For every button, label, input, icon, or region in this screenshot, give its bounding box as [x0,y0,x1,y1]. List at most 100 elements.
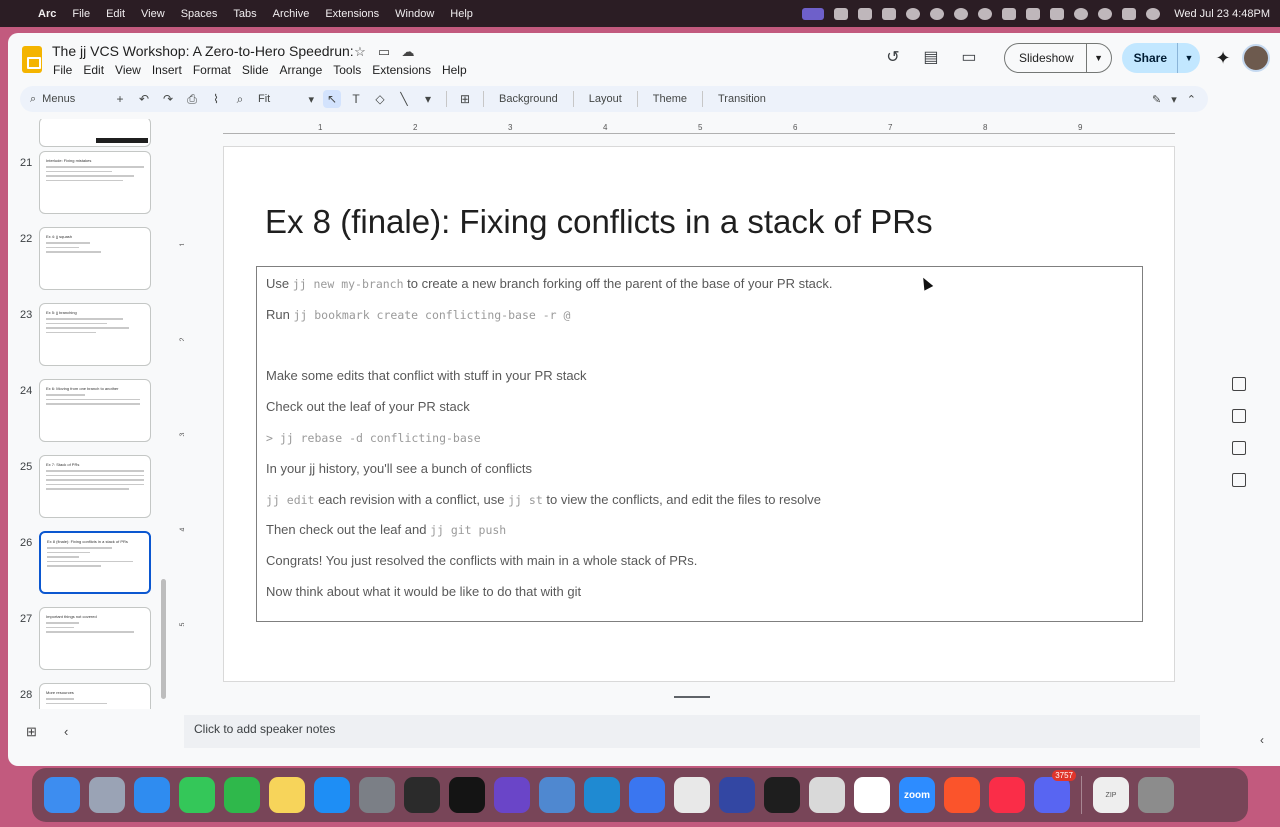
menubar-tabs[interactable]: Tabs [233,8,256,20]
slide-thumbnail-20[interactable] [39,119,151,147]
notes-resize-handle[interactable] [674,696,710,698]
share-dropdown-icon[interactable]: ▼ [1178,53,1200,63]
system-settings-icon[interactable] [359,777,395,813]
slide-thumbnail[interactable]: Ex 4: jj squash [39,227,151,290]
slide-thumbnail[interactable]: Ex 7: Stack of PRs [39,455,151,518]
finder-icon[interactable] [44,777,80,813]
spotlight-search-icon[interactable] [1098,7,1113,20]
menu-edit[interactable]: Edit [83,63,104,77]
speaker-notes[interactable]: Click to add speaker notes [184,715,1200,748]
battery-icon[interactable] [1050,7,1065,20]
zoom-icon[interactable]: ⌕ [231,90,249,108]
menu-insert[interactable]: Insert [152,63,182,77]
select-cursor-icon[interactable]: ↖ [323,90,341,108]
menubar-help[interactable]: Help [450,8,473,20]
screen-recording-icon[interactable] [802,7,825,20]
signal-icon[interactable] [629,777,665,813]
trash-icon[interactable] [1138,777,1174,813]
menubar-edit[interactable]: Edit [106,8,125,20]
zoom-status-icon[interactable] [858,7,873,20]
menubar-file[interactable]: File [72,8,90,20]
comments-icon[interactable]: ▤ [920,47,942,69]
meet-camera-icon[interactable]: ▭ [958,47,980,69]
star-icon[interactable]: ☆ [353,45,367,59]
launchpad-icon[interactable] [89,777,125,813]
pen-icon[interactable]: ✎ [1152,93,1161,106]
chrome-icon[interactable] [674,777,710,813]
slide-title[interactable]: Ex 8 (finale): Fixing conflicts in a sta… [265,203,933,241]
slide-body-textbox[interactable]: Use jj new my-branch to create a new bra… [256,266,1143,622]
control-center-icon[interactable] [1122,7,1137,20]
transition-button[interactable]: Transition [718,93,766,105]
discord-icon[interactable]: 3757 [1034,770,1076,813]
new-slide-icon[interactable]: + [111,90,129,108]
vscode-icon[interactable] [584,777,620,813]
folder-icon[interactable] [1232,473,1246,487]
layers-app-icon[interactable] [404,777,440,813]
gemini-sparkle-icon[interactable]: ✦ [1212,47,1234,69]
menu-view[interactable]: View [115,63,141,77]
share-button[interactable]: Share ▼ [1121,43,1200,73]
slide-thumbnail[interactable]: Ex 6: Moving from one branch to another [39,379,151,442]
facetime-icon[interactable] [224,777,260,813]
menu-file[interactable]: File [53,63,72,77]
menu-format[interactable]: Format [193,63,231,77]
slide-thumbnail-selected[interactable]: Ex 8 (finale): Fixing conflicts in a sta… [39,531,151,594]
slideshow-dropdown-icon[interactable]: ▼ [1087,53,1111,63]
orb-app-icon[interactable] [494,777,530,813]
slideshow-button[interactable]: Slideshow ▼ [1003,43,1112,73]
moon-icon[interactable] [978,7,993,20]
filmstrip-scrollbar[interactable] [161,579,166,699]
safari-icon[interactable] [134,777,170,813]
menubar-clock[interactable]: Wed Jul 23 4:48PM [1174,8,1270,20]
notes-icon[interactable] [269,777,305,813]
menu-arrange[interactable]: Arrange [280,63,323,77]
cloud-status-icon[interactable]: ☁ [401,45,415,59]
insert-comment-icon[interactable]: ⊞ [456,90,474,108]
messages-icon[interactable] [179,777,215,813]
menubar-archive[interactable]: Archive [273,8,310,20]
pen-dropdown-icon[interactable]: ▾ [1171,93,1177,106]
menu-slide[interactable]: Slide [242,63,269,77]
menu-help[interactable]: Help [442,63,467,77]
slideshow-label[interactable]: Slideshow [1005,44,1087,72]
proxy-app-icon[interactable] [539,777,575,813]
slide-thumbnail[interactable]: Ex 5: jj branching [39,303,151,366]
zoom-app-icon[interactable]: zoom [899,777,935,813]
affinity-icon[interactable] [719,777,755,813]
redo-icon[interactable]: ↷ [159,90,177,108]
keyboard-icon[interactable] [1026,7,1041,20]
slide-thumbnail[interactable]: Interlude: Fixing mistakes [39,151,151,214]
apple-logo-icon[interactable] [10,7,24,21]
music-icon[interactable] [989,777,1025,813]
tasks-icon[interactable] [1232,441,1246,455]
google-slides-logo-icon[interactable] [22,46,42,73]
status-app-icon[interactable] [834,7,849,20]
grid-view-icon[interactable]: ⊞ [26,725,40,739]
wifi-icon[interactable] [1074,7,1089,20]
search-menus[interactable]: ⌕ Menus [30,93,108,106]
collapse-filmstrip-icon[interactable]: ‹ [64,725,78,739]
window-manager-icon[interactable] [1002,7,1017,20]
print-icon[interactable]: ⎙ [183,90,201,108]
terminal-icon[interactable] [764,777,800,813]
menubar-extensions[interactable]: Extensions [325,8,379,20]
menu-extensions[interactable]: Extensions [372,63,431,77]
theme-button[interactable]: Theme [653,93,687,105]
cursor-app-icon[interactable] [449,777,485,813]
keep-notes-icon[interactable] [1232,409,1246,423]
record-icon[interactable] [954,7,969,20]
screen-share-icon[interactable] [882,7,897,20]
background-button[interactable]: Background [499,93,558,105]
app-store-icon[interactable] [314,777,350,813]
account-avatar[interactable] [1242,44,1270,72]
menu-tools[interactable]: Tools [333,63,361,77]
script-editor-icon[interactable] [809,777,845,813]
zip-file-icon[interactable]: ZIP [1093,777,1129,813]
menubar-view[interactable]: View [141,8,165,20]
move-folder-icon[interactable]: ▭ [377,45,391,59]
line-icon[interactable]: ╲ [395,90,413,108]
text-box-icon[interactable]: T [347,90,365,108]
menubar-app-name[interactable]: Arc [38,8,56,20]
layout-button[interactable]: Layout [589,93,622,105]
